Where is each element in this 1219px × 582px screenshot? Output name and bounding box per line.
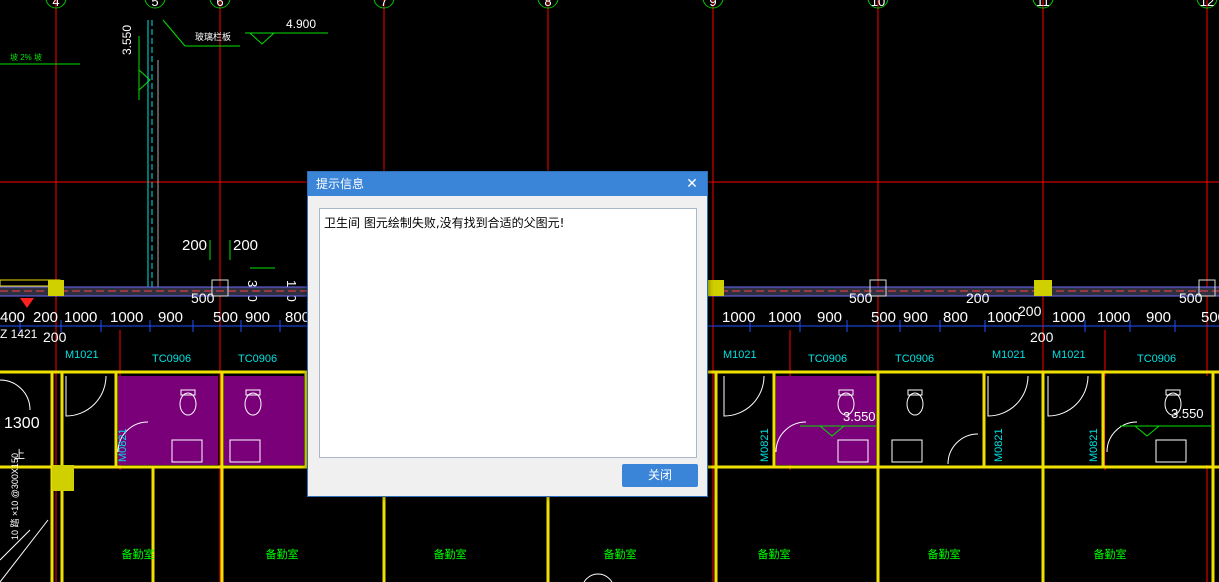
label-tc0906-e: TC0906 — [1137, 353, 1176, 365]
axis-label-10: 10 — [871, 0, 885, 9]
label-m0821-c: M0821 — [993, 428, 1005, 462]
dim-right-4: 900 — [903, 309, 928, 326]
dialog-title-bar[interactable]: 提示信息 ✕ — [308, 172, 707, 196]
dim-left-3: 1000 — [110, 309, 143, 326]
close-button[interactable]: 关闭 — [622, 464, 698, 487]
axis-label-9: 9 — [709, 0, 716, 9]
label-m0821-d: M0821 — [1088, 428, 1100, 462]
dim-right-6: 1000 — [987, 309, 1020, 326]
railing-label: 玻璃栏板 — [195, 31, 231, 42]
dim-right-7: 1000 — [1052, 309, 1085, 326]
dim-1300: 1300 — [4, 415, 40, 432]
label-m0821-a: M0821 — [117, 428, 129, 462]
axis-label-5: 5 — [151, 0, 158, 9]
dim-left-0: 400 — [0, 309, 25, 326]
axis-label-4: 4 — [52, 0, 59, 9]
dim-200-a: 200 — [182, 237, 207, 254]
section-marker — [583, 573, 613, 582]
room-label-1: 备勤室 — [122, 547, 155, 561]
label-m1021-b: M1021 — [723, 349, 757, 361]
label-m1021-d: M1021 — [1052, 349, 1086, 361]
elevation-room-b: 3.550 — [1171, 406, 1204, 421]
info-dialog: 提示信息 ✕ 卫生间 图元绘制失败,没有找到合适的父图元! 关闭 — [307, 171, 708, 497]
axis-label-6: 6 — [216, 0, 223, 9]
room-label-5: 备勤室 — [758, 547, 791, 561]
dim-left-1: 200 — [33, 309, 58, 326]
dim-left-4: 900 — [158, 309, 183, 326]
label-tc0906-d: TC0906 — [895, 353, 934, 365]
dim-200-left: 200 — [43, 329, 67, 345]
dim-200-d: 200 — [1018, 303, 1042, 319]
close-icon[interactable]: ✕ — [683, 172, 701, 196]
axis-label-8: 8 — [544, 0, 551, 9]
dialog-title: 提示信息 — [316, 177, 365, 191]
room-label-2: 备勤室 — [266, 547, 299, 561]
axis-label-11: 11 — [1036, 0, 1050, 9]
dim-right-8: 1000 — [1097, 309, 1130, 326]
stair-note: 10 踏 ×10 @300X150 — [9, 453, 20, 540]
elevation-top: 4.900 — [286, 17, 316, 31]
dim-200-e: 200 — [1030, 329, 1054, 345]
dim-500-b: 500 — [849, 290, 873, 306]
slope-note: 坡 2% 坡 — [10, 52, 42, 62]
dim-right-3: 500 — [871, 309, 896, 326]
room-label-3: 备勤室 — [434, 547, 467, 561]
mark-1421: Z 1421 — [0, 327, 38, 341]
axis-label-7: 7 — [380, 0, 387, 9]
dim-right-5: 800 — [943, 309, 968, 326]
dim-right-2: 900 — [817, 309, 842, 326]
elevation-room-a: 3.550 — [843, 409, 876, 424]
label-tc0906-b: TC0906 — [238, 353, 277, 365]
dim-right-1: 1000 — [768, 309, 801, 326]
dim-500-a: 500 — [191, 290, 215, 306]
label-m0821-b: M0821 — [759, 428, 771, 462]
room-label-6: 备勤室 — [928, 547, 961, 561]
label-m1021-a: M1021 — [65, 349, 99, 361]
room-label-7: 备勤室 — [1094, 547, 1127, 561]
dim-200-b: 200 — [233, 237, 258, 254]
room-label-4: 备勤室 — [604, 547, 637, 561]
label-tc0906-c: TC0906 — [808, 353, 847, 365]
dim-right-9: 900 — [1146, 309, 1171, 326]
dim-500-c: 500 — [1179, 290, 1203, 306]
dim-right-10: 500 — [1201, 309, 1219, 326]
dim-left-6: 900 — [245, 309, 270, 326]
dim-left-5: 500 — [213, 309, 238, 326]
dim-right-0: 1000 — [722, 309, 755, 326]
elevation-left: 3.550 — [120, 25, 134, 55]
axis-label-12: 12 — [1200, 0, 1214, 9]
dim-200-c: 200 — [966, 290, 990, 306]
top-annotations: 坡 2% 坡 3.550 玻璃栏板 4.900 — [0, 17, 328, 296]
dim-left-2: 1000 — [64, 309, 97, 326]
label-m1021-c: M1021 — [992, 349, 1026, 361]
dialog-message: 卫生间 图元绘制失败,没有找到合适的父图元! — [319, 208, 697, 458]
label-tc0906-a: TC0906 — [152, 353, 191, 365]
